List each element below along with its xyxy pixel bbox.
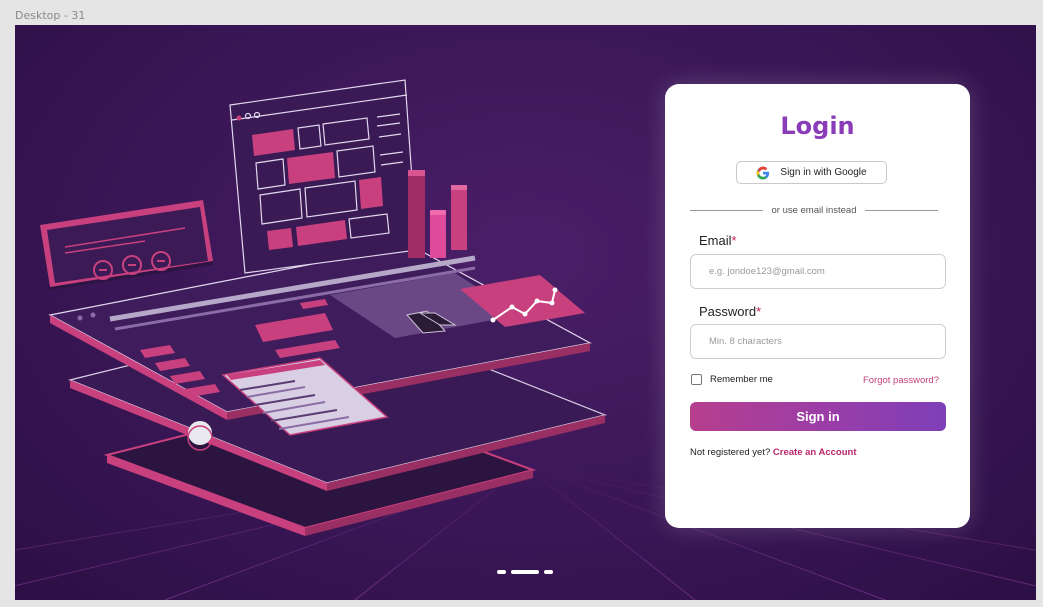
divider-line-right — [864, 209, 938, 211]
bar-columns — [408, 170, 467, 258]
register-prompt: Not registered yet? Create an Account — [690, 447, 857, 458]
login-card: Login Sign in with Google or use email i… — [665, 84, 970, 528]
frame-label: Desktop - 31 — [15, 9, 86, 22]
sign-in-button[interactable]: Sign in — [690, 402, 946, 431]
password-label-text: Password — [699, 304, 757, 319]
divider-line-left — [690, 209, 764, 211]
email-label: Email* — [699, 233, 737, 248]
google-signin-button[interactable]: Sign in with Google — [736, 161, 887, 184]
carousel-dot-3[interactable] — [544, 570, 553, 574]
forgot-password-link[interactable]: Forgot password? — [863, 375, 939, 386]
create-account-link[interactable]: Create an Account — [773, 447, 857, 458]
remember-me-label: Remember me — [710, 374, 773, 385]
remember-me[interactable]: Remember me — [691, 374, 773, 385]
password-required-mark: * — [756, 304, 762, 319]
google-icon — [756, 166, 770, 179]
google-signin-label: Sign in with Google — [780, 167, 867, 178]
browser-wireframe — [229, 79, 418, 274]
register-prompt-text: Not registered yet? — [690, 447, 771, 458]
login-title: Login — [780, 112, 855, 140]
carousel-indicators — [497, 570, 553, 574]
or-divider: or use email instead — [690, 204, 938, 216]
divider-text: or use email instead — [771, 204, 857, 216]
remember-me-checkbox[interactable] — [691, 374, 702, 385]
email-input[interactable] — [690, 254, 946, 289]
email-label-text: Email — [699, 233, 732, 248]
carousel-dot-2-active[interactable] — [511, 570, 539, 574]
email-required-mark: * — [731, 233, 737, 248]
carousel-dot-1[interactable] — [497, 570, 506, 574]
canvas: Login Sign in with Google or use email i… — [15, 25, 1036, 600]
password-label: Password* — [699, 304, 761, 319]
floating-card — [40, 200, 213, 290]
password-input[interactable] — [690, 324, 946, 359]
